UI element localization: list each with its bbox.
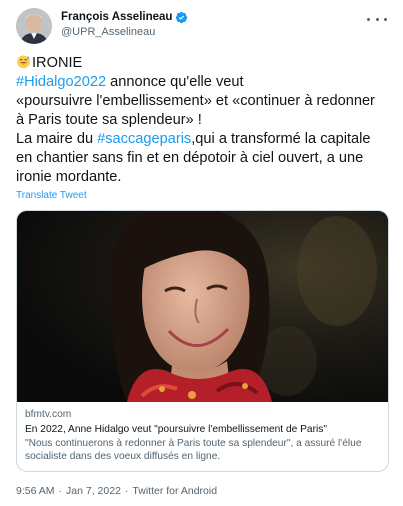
meta-separator: ·	[58, 485, 63, 497]
more-dot	[375, 17, 379, 21]
hashtag-hidalgo2022[interactable]: #Hidalgo2022	[16, 74, 106, 90]
tweet-text: IRONIE #Hidalgo2022 annonce qu'elle veut…	[16, 54, 387, 187]
author-name[interactable]: François Asselineau	[61, 10, 172, 25]
tweet-line-1: IRONIE	[16, 54, 387, 73]
tweet-line-5: La maire du #saccageparis,qui a transfor…	[16, 130, 387, 149]
author-handle[interactable]: @UPR_Asselineau	[61, 25, 188, 40]
tweet-line-2-text: annonce qu'elle veut	[106, 74, 244, 90]
tweet: François Asselineau @UPR_Asselineau IRON…	[0, 0, 403, 506]
card-description: "Nous continuerons à redonner à Paris to…	[25, 438, 362, 462]
translate-tweet-link[interactable]: Translate Tweet	[16, 190, 387, 202]
tweet-line-6: en chantier sans fin et en dépotoir à ci…	[16, 150, 364, 166]
link-card[interactable]: bfmtv.com En 2022, Anne Hidalgo veut "po…	[16, 210, 389, 472]
more-options-icon[interactable]	[367, 12, 387, 26]
tweet-meta: 9:56 AM · Jan 7, 2022 · Twitter for Andr…	[16, 485, 387, 497]
tweet-line-2: #Hidalgo2022 annonce qu'elle veut	[16, 73, 387, 92]
card-photo	[17, 211, 388, 402]
avatar-image	[16, 8, 52, 44]
sweat-smile-emoji-icon	[17, 55, 30, 69]
card-body: bfmtv.com En 2022, Anne Hidalgo veut "po…	[17, 402, 388, 471]
verified-badge-icon	[176, 11, 188, 24]
more-dot	[384, 17, 387, 21]
card-image	[17, 211, 388, 402]
tweet-source[interactable]: Twitter for Android	[132, 485, 217, 497]
tweet-line-1-text: IRONIE	[32, 55, 83, 71]
meta-separator: ·	[124, 485, 129, 497]
hashtag-saccageparis[interactable]: #saccageparis	[97, 131, 191, 147]
user-info: François Asselineau @UPR_Asselineau	[61, 10, 188, 40]
tweet-line-5-before: La maire du	[16, 131, 98, 147]
tweet-line-5-after: ,qui a transformé la capitale	[191, 131, 371, 147]
tweet-header: François Asselineau @UPR_Asselineau	[16, 8, 387, 52]
tweet-line-4: à Paris toute sa splendeur» !	[16, 112, 202, 128]
avatar[interactable]	[16, 8, 52, 44]
card-title: En 2022, Anne Hidalgo veut "poursuivre l…	[25, 424, 327, 435]
name-row: François Asselineau	[61, 10, 188, 25]
tweet-line-7: ironie mordante.	[16, 169, 122, 185]
tweet-date[interactable]: Jan 7, 2022	[66, 485, 121, 497]
card-domain: bfmtv.com	[25, 409, 72, 420]
tweet-line-3: «poursuivre l'embellissement» et «contin…	[16, 93, 375, 109]
more-dot	[367, 17, 370, 21]
tweet-time[interactable]: 9:56 AM	[16, 485, 55, 497]
